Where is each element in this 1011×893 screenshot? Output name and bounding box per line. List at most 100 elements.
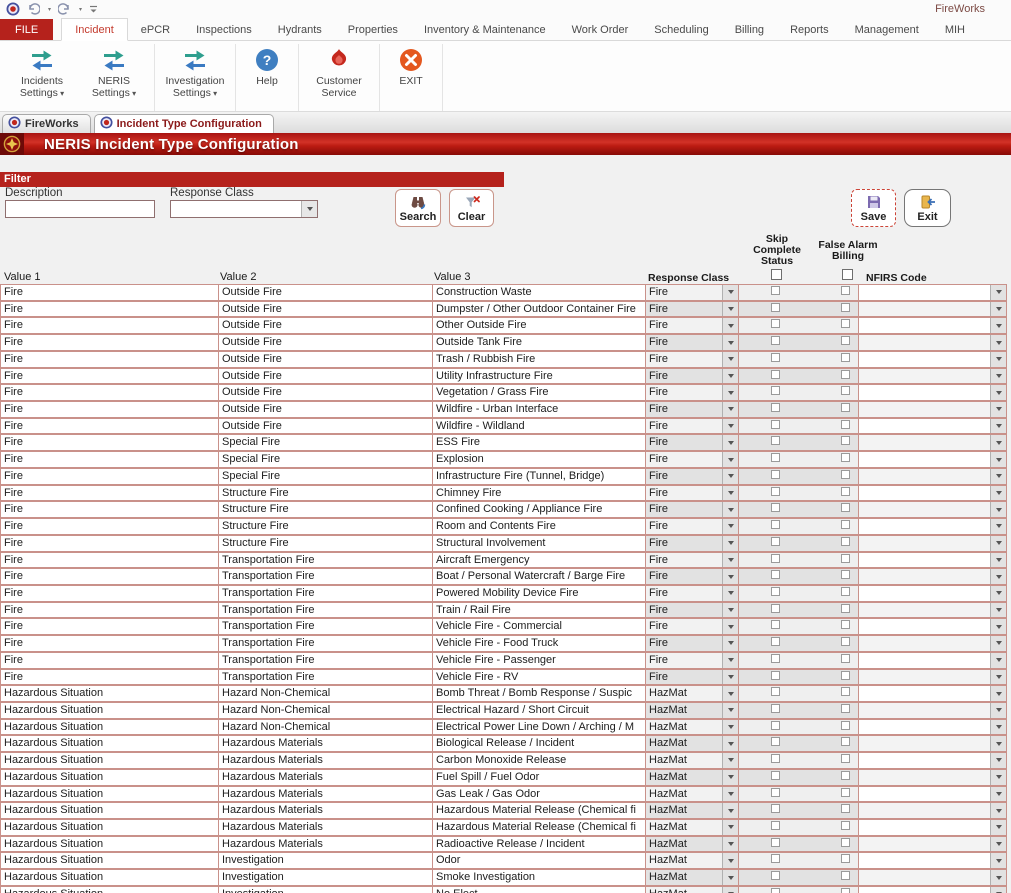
false-alarm-header-checkbox[interactable] [842, 269, 853, 280]
response-class-select[interactable]: Fire [645, 535, 739, 552]
response-class-select[interactable]: HazMat [645, 852, 739, 869]
chevron-down-icon[interactable] [990, 820, 1006, 835]
chevron-down-icon[interactable] [990, 720, 1006, 735]
response-class-select[interactable]: HazMat [645, 869, 739, 886]
response-class-select[interactable]: Fire [645, 485, 739, 502]
skip-complete-checkbox[interactable] [771, 503, 780, 512]
response-class-select[interactable]: Fire [645, 518, 739, 535]
chevron-down-icon[interactable] [722, 720, 738, 735]
chevron-down-icon[interactable] [722, 619, 738, 634]
response-class-select[interactable]: Fire [645, 301, 739, 318]
nfirs-code-select[interactable] [858, 669, 1007, 686]
skip-complete-checkbox[interactable] [771, 436, 780, 445]
ribbon-tab-billing[interactable]: Billing [722, 19, 777, 40]
chevron-down-icon[interactable] [722, 435, 738, 450]
response-class-select[interactable]: Fire [645, 635, 739, 652]
false-alarm-checkbox[interactable] [841, 754, 850, 763]
response-class-select[interactable]: Fire [645, 284, 739, 301]
incidents-settings-button[interactable]: Incidents Settings ▾ [6, 44, 78, 100]
chevron-down-icon[interactable] [722, 302, 738, 317]
false-alarm-checkbox[interactable] [841, 637, 850, 646]
chevron-down-icon[interactable] [990, 569, 1006, 584]
false-alarm-checkbox[interactable] [841, 671, 850, 680]
skip-complete-checkbox[interactable] [771, 570, 780, 579]
skip-complete-checkbox[interactable] [771, 704, 780, 713]
false-alarm-checkbox[interactable] [841, 286, 850, 295]
skip-complete-checkbox[interactable] [771, 771, 780, 780]
response-class-select[interactable]: Fire [645, 652, 739, 669]
skip-complete-checkbox[interactable] [771, 687, 780, 696]
skip-complete-checkbox[interactable] [771, 654, 780, 663]
nfirs-code-select[interactable] [858, 836, 1007, 853]
chevron-down-icon[interactable] [722, 636, 738, 651]
nfirs-code-select[interactable] [858, 535, 1007, 552]
skip-complete-checkbox[interactable] [771, 821, 780, 830]
undo-dropdown-icon[interactable]: ▾ [48, 6, 51, 13]
chevron-down-icon[interactable] [722, 653, 738, 668]
ribbon-tab-incident[interactable]: Incident [61, 18, 128, 41]
ribbon-tab-scheduling[interactable]: Scheduling [641, 19, 721, 40]
ribbon-tab-mih[interactable]: MIH [932, 19, 978, 40]
skip-complete-checkbox[interactable] [771, 554, 780, 563]
skip-complete-checkbox[interactable] [771, 470, 780, 479]
response-class-select[interactable]: Fire [645, 368, 739, 385]
chevron-down-icon[interactable] [722, 820, 738, 835]
ribbon-tab-properties[interactable]: Properties [335, 19, 411, 40]
undo-icon[interactable] [27, 3, 40, 15]
chevron-down-icon[interactable] [990, 753, 1006, 768]
false-alarm-checkbox[interactable] [841, 654, 850, 663]
search-button[interactable]: Search [395, 189, 441, 227]
skip-complete-checkbox[interactable] [771, 788, 780, 797]
skip-complete-checkbox[interactable] [771, 888, 780, 893]
chevron-down-icon[interactable] [722, 486, 738, 501]
ribbon-tab-work-order[interactable]: Work Order [559, 19, 642, 40]
doc-tab-incident-type-configuration[interactable]: Incident Type Configuration [94, 114, 274, 133]
skip-complete-checkbox[interactable] [771, 604, 780, 613]
response-class-select[interactable]: HazMat [645, 819, 739, 836]
skip-complete-checkbox[interactable] [771, 336, 780, 345]
nfirs-code-select[interactable] [858, 869, 1007, 886]
chevron-down-icon[interactable] [990, 803, 1006, 818]
doc-tab-fireworks[interactable]: FireWorks [2, 114, 91, 133]
false-alarm-checkbox[interactable] [841, 704, 850, 713]
false-alarm-checkbox[interactable] [841, 353, 850, 362]
chevron-down-icon[interactable] [990, 619, 1006, 634]
nfirs-code-select[interactable] [858, 635, 1007, 652]
nfirs-code-select[interactable] [858, 585, 1007, 602]
skip-complete-checkbox[interactable] [771, 520, 780, 529]
response-class-select[interactable]: HazMat [645, 786, 739, 803]
false-alarm-checkbox[interactable] [841, 804, 850, 813]
false-alarm-checkbox[interactable] [841, 788, 850, 797]
customize-quick-access-icon[interactable] [89, 5, 98, 14]
nfirs-code-select[interactable] [858, 334, 1007, 351]
false-alarm-checkbox[interactable] [841, 403, 850, 412]
chevron-down-icon[interactable] [990, 870, 1006, 885]
chevron-down-icon[interactable] [722, 369, 738, 384]
skip-complete-checkbox[interactable] [771, 537, 780, 546]
false-alarm-checkbox[interactable] [841, 420, 850, 429]
response-class-select[interactable]: Fire [645, 602, 739, 619]
chevron-down-icon[interactable] [990, 703, 1006, 718]
response-class-filter-select[interactable] [170, 200, 318, 218]
chevron-down-icon[interactable] [722, 335, 738, 350]
false-alarm-checkbox[interactable] [841, 821, 850, 830]
ribbon-tab-hydrants[interactable]: Hydrants [265, 19, 335, 40]
redo-dropdown-icon[interactable]: ▾ [79, 6, 82, 13]
skip-complete-checkbox[interactable] [771, 403, 780, 412]
false-alarm-checkbox[interactable] [841, 537, 850, 546]
chevron-down-icon[interactable] [990, 502, 1006, 517]
exit-button[interactable]: EXIT [384, 44, 438, 87]
response-class-select[interactable]: HazMat [645, 769, 739, 786]
clear-button[interactable]: Clear [449, 189, 494, 227]
nfirs-code-select[interactable] [858, 819, 1007, 836]
chevron-down-icon[interactable] [990, 519, 1006, 534]
help-button[interactable]: ?Help [240, 44, 294, 87]
customer-service-button[interactable]: Customer Service [303, 44, 375, 99]
false-alarm-checkbox[interactable] [841, 854, 850, 863]
chevron-down-icon[interactable] [990, 452, 1006, 467]
exit-button[interactable]: Exit [904, 189, 951, 227]
nfirs-code-select[interactable] [858, 451, 1007, 468]
nfirs-code-select[interactable] [858, 568, 1007, 585]
chevron-down-icon[interactable] [990, 887, 1006, 893]
false-alarm-checkbox[interactable] [841, 871, 850, 880]
